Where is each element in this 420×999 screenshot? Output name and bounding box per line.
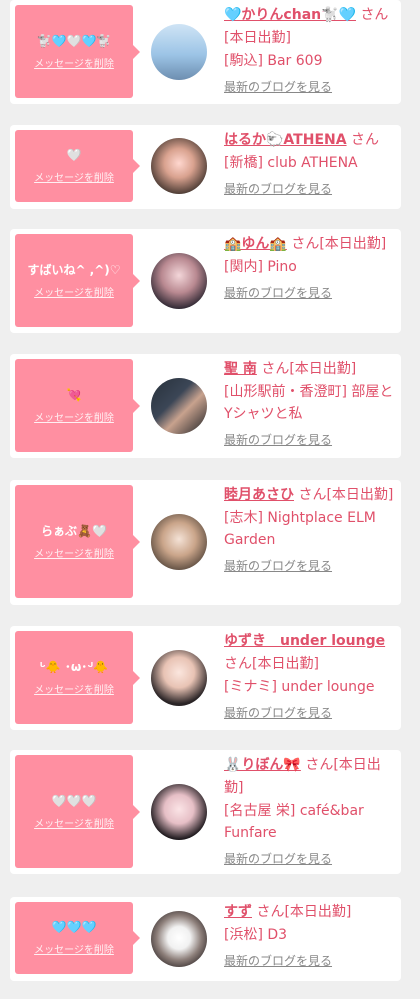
delete-message-link[interactable]: メッセージを削除 [34, 549, 114, 561]
delete-message-link[interactable]: メッセージを削除 [34, 819, 114, 831]
avatar[interactable] [151, 650, 207, 706]
message-bubble: すばいね^ ,^)♡ メッセージを削除 [15, 234, 140, 327]
avatar[interactable] [151, 24, 207, 80]
message-text: すばいね^ ,^)♡ [27, 262, 121, 277]
shop-text: [浜松] D3 [224, 927, 288, 943]
status-text: さん [351, 132, 380, 148]
status-text: さん[本日出勤] [298, 487, 394, 503]
favorite-card: 🤍 メッセージを削除 はるか🐑ATHENA さん [新橋] club ATHEN… [10, 125, 401, 209]
shop-text: [志木] Nightplace ELM Garden [224, 510, 376, 548]
message-text: 🤍🤍🤍 [51, 793, 97, 808]
message-bubble: 🤍 メッセージを削除 [15, 130, 140, 202]
message-text: ᒡ🐥 ･ω･ᒢ🐥 [39, 659, 109, 674]
blog-link[interactable]: 最新のブログを見る [224, 284, 332, 301]
blog-link[interactable]: 最新のブログを見る [224, 78, 332, 95]
avatar[interactable] [151, 378, 207, 434]
message-text: 🐩🩵🤍🩵🐩 [36, 33, 112, 48]
message-bubble: 🩵🩵🩵 メッセージを削除 [15, 902, 140, 974]
message-bubble: 🤍🤍🤍 メッセージを削除 [15, 755, 140, 868]
shop-text: [新橋] club ATHENA [224, 155, 358, 171]
blog-link[interactable]: 最新のブログを見る [224, 180, 332, 197]
favorite-card: 💘 メッセージを削除 聖 南 さん[本日出勤] [山形駅前・香澄町] 部屋とYシ… [10, 354, 401, 458]
girl-name-link[interactable]: 🩵かりんchan🐩🩵 [224, 7, 356, 23]
girl-name-link[interactable]: 聖 南 [224, 361, 257, 377]
message-bubble: らぁぶ🧸🤍 メッセージを削除 [15, 485, 140, 598]
avatar[interactable] [151, 784, 207, 840]
blog-link[interactable]: 最新のブログを見る [224, 952, 332, 969]
favorite-card: 🩵🩵🩵 メッセージを削除 すず さん[本日出勤] [浜松] D3 最新のブログを… [10, 897, 401, 981]
delete-message-link[interactable]: メッセージを削除 [34, 288, 114, 300]
avatar[interactable] [151, 138, 207, 194]
delete-message-link[interactable]: メッセージを削除 [34, 59, 114, 71]
girl-name-link[interactable]: すず [224, 904, 252, 920]
delete-message-link[interactable]: メッセージを削除 [34, 945, 114, 957]
favorite-card: 🤍🤍🤍 メッセージを削除 🐰りぼん🎀 さん[本日出勤] [名古屋 栄] café… [10, 750, 401, 874]
status-text: さん[本日出勤] [261, 361, 357, 377]
status-text: さん[本日出勤] [224, 656, 319, 672]
message-text: 💘 [66, 387, 82, 402]
favorite-card: 🐩🩵🤍🩵🐩 メッセージを削除 🩵かりんchan🐩🩵 さん[本日出勤] [駒込] … [10, 0, 401, 104]
girl-name-link[interactable]: ゆずき under lounge [224, 633, 385, 649]
message-text: らぁぶ🧸🤍 [41, 523, 107, 538]
avatar[interactable] [151, 514, 207, 570]
favorite-card: ᒡ🐥 ･ω･ᒢ🐥 メッセージを削除 ゆずき under lounge さん[本日… [10, 626, 401, 730]
message-text: 🩵🩵🩵 [51, 920, 97, 934]
blog-link[interactable]: 最新のブログを見る [224, 850, 332, 867]
message-bubble: 💘 メッセージを削除 [15, 359, 140, 452]
shop-text: [関内] Pino [224, 259, 297, 275]
shop-text: [ミナミ] under lounge [224, 679, 375, 695]
blog-link[interactable]: 最新のブログを見る [224, 704, 332, 721]
girl-name-link[interactable]: 🐰りぼん🎀 [224, 757, 301, 773]
girl-name-link[interactable]: はるか🐑ATHENA [224, 132, 347, 148]
girl-name-link[interactable]: 睦月あさひ [224, 487, 294, 503]
message-bubble: ᒡ🐥 ･ω･ᒢ🐥 メッセージを削除 [15, 631, 140, 724]
girl-name-link[interactable]: 🏫ゆん🏫 [224, 236, 287, 252]
blog-link[interactable]: 最新のブログを見る [224, 431, 332, 448]
message-bubble: 🐩🩵🤍🩵🐩 メッセージを削除 [15, 5, 140, 98]
message-text: 🤍 [66, 148, 82, 162]
status-text: さん[本日出勤] [291, 236, 387, 252]
shop-text: [名古屋 栄] café&bar Funfare [224, 803, 364, 841]
shop-text: [駒込] Bar 609 [224, 53, 323, 69]
blog-link[interactable]: 最新のブログを見る [224, 557, 332, 574]
delete-message-link[interactable]: メッセージを削除 [34, 685, 114, 697]
status-text: さん[本日出勤] [256, 904, 352, 920]
favorite-card: らぁぶ🧸🤍 メッセージを削除 睦月あさひ さん[本日出勤] [志木] Night… [10, 480, 401, 605]
avatar[interactable] [151, 253, 207, 309]
delete-message-link[interactable]: メッセージを削除 [34, 173, 114, 185]
favorite-card: すばいね^ ,^)♡ メッセージを削除 🏫ゆん🏫 さん[本日出勤] [関内] P… [10, 229, 401, 333]
delete-message-link[interactable]: メッセージを削除 [34, 413, 114, 425]
shop-text: [山形駅前・香澄町] 部屋とYシャツと私 [224, 384, 394, 422]
avatar[interactable] [151, 911, 207, 967]
